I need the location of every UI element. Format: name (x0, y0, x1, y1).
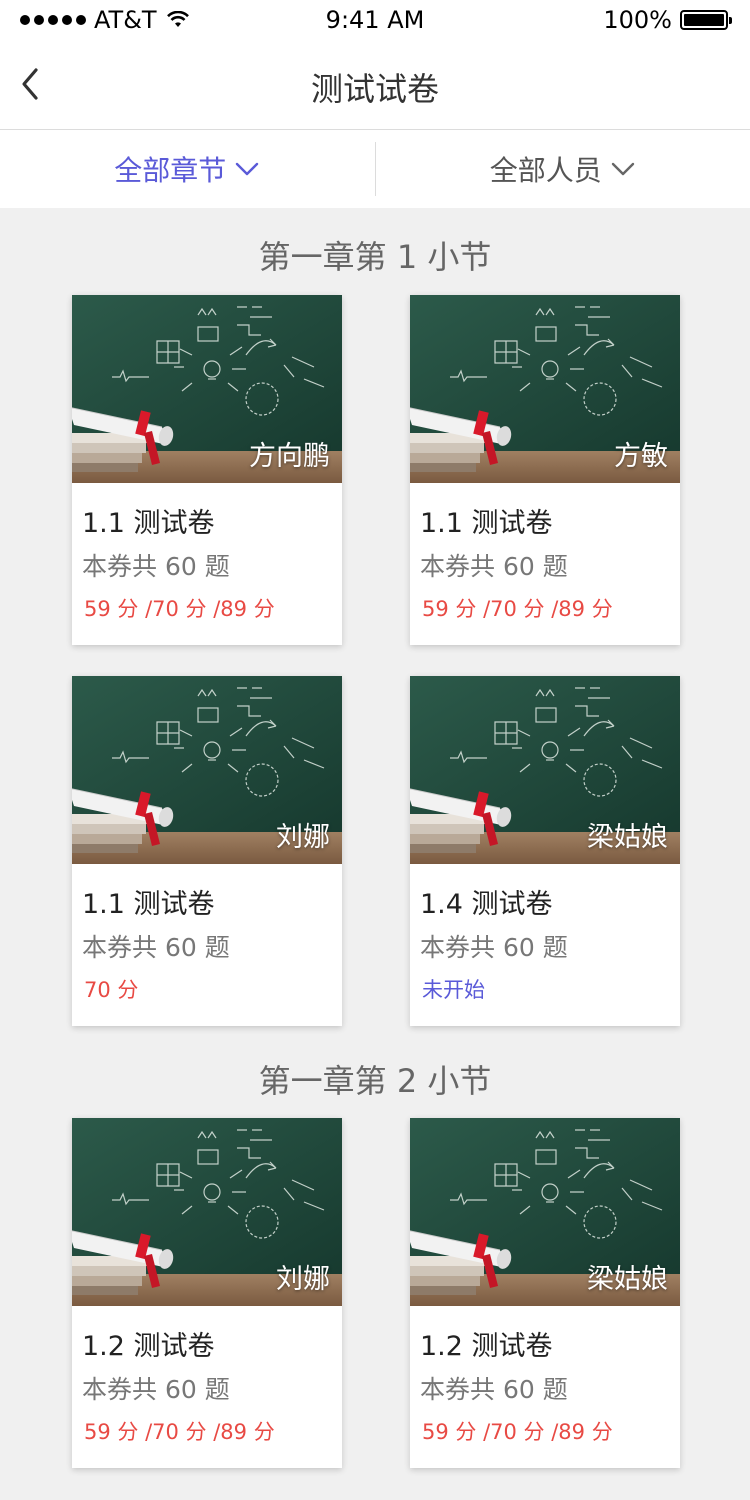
chapter-filter[interactable]: 全部章节 (0, 130, 375, 208)
student-name: 梁姑娘 (587, 1264, 668, 1295)
exam-title: 1.2 测试卷 (420, 1331, 553, 1362)
exam-card[interactable]: 刘娜 1.1 测试卷 本券共 60 题 70 分 (72, 676, 342, 1026)
card-thumbnail: 刘娜 (72, 676, 342, 864)
score-text: 59 分 /70 分 /89 分 (422, 1420, 613, 1444)
student-name: 方向鹏 (249, 441, 330, 472)
score-text: 未开始 (422, 978, 485, 1002)
card-thumbnail: 方向鹏 (72, 295, 342, 483)
section-title: 第一章第 2 小节 (258, 1062, 492, 1100)
card-thumbnail: 梁姑娘 (410, 676, 680, 864)
exam-title: 1.1 测试卷 (420, 508, 553, 539)
page-title: 测试试卷 (310, 70, 439, 108)
exam-card[interactable]: 梁姑娘 1.2 测试卷 本券共 60 题 59 分 /70 分 /89 分 (410, 1118, 680, 1468)
question-count: 本券共 60 题 (82, 1375, 230, 1404)
nav-bar: 测试试卷 (0, 40, 750, 130)
exam-title: 1.1 测试卷 (82, 889, 215, 920)
exam-title: 1.2 测试卷 (82, 1331, 215, 1362)
section-title: 第一章第 1 小节 (258, 238, 492, 276)
score-text: 70 分 (84, 978, 139, 1002)
question-count: 本券共 60 题 (82, 552, 230, 581)
question-count: 本券共 60 题 (420, 933, 568, 962)
exam-title: 1.1 测试卷 (82, 508, 215, 539)
score-text: 59 分 /70 分 /89 分 (84, 1420, 275, 1444)
people-filter[interactable]: 全部人员 (376, 130, 750, 208)
exam-card[interactable]: 方向鹏 1.1 测试卷 本券共 60 题 59 分 /70 分 /89 分 (72, 295, 342, 645)
student-name: 刘娜 (276, 822, 330, 853)
exam-title: 1.4 测试卷 (420, 889, 553, 920)
battery-icon (680, 10, 732, 30)
student-name: 梁姑娘 (587, 822, 668, 853)
people-filter-label: 全部人员 (489, 154, 602, 187)
chevron-down-icon (611, 162, 634, 176)
exam-card[interactable]: 刘娜 1.2 测试卷 本券共 60 题 59 分 /70 分 /89 分 (72, 1118, 342, 1468)
question-count: 本券共 60 题 (420, 552, 568, 581)
score-text: 59 分 /70 分 /89 分 (422, 597, 613, 621)
status-right: 100% (603, 6, 732, 34)
exam-card[interactable]: 方敏 1.1 测试卷 本券共 60 题 59 分 /70 分 /89 分 (410, 295, 680, 645)
card-thumbnail: 刘娜 (72, 1118, 342, 1306)
status-bar: AT&T 9:41 AM 100% (0, 0, 750, 40)
filter-bar: 全部章节 全部人员 (0, 130, 750, 208)
battery-percent: 100% (603, 6, 672, 34)
question-count: 本券共 60 题 (82, 933, 230, 962)
exam-card[interactable]: 梁姑娘 1.4 测试卷 本券共 60 题 未开始 (410, 676, 680, 1026)
card-thumbnail: 梁姑娘 (410, 1118, 680, 1306)
card-thumbnail: 方敏 (410, 295, 680, 483)
student-name: 刘娜 (276, 1264, 330, 1295)
chapter-filter-label: 全部章节 (114, 154, 227, 187)
student-name: 方敏 (614, 441, 668, 472)
chevron-down-icon (236, 162, 259, 176)
score-text: 59 分 /70 分 /89 分 (84, 597, 275, 621)
question-count: 本券共 60 题 (420, 1375, 568, 1404)
